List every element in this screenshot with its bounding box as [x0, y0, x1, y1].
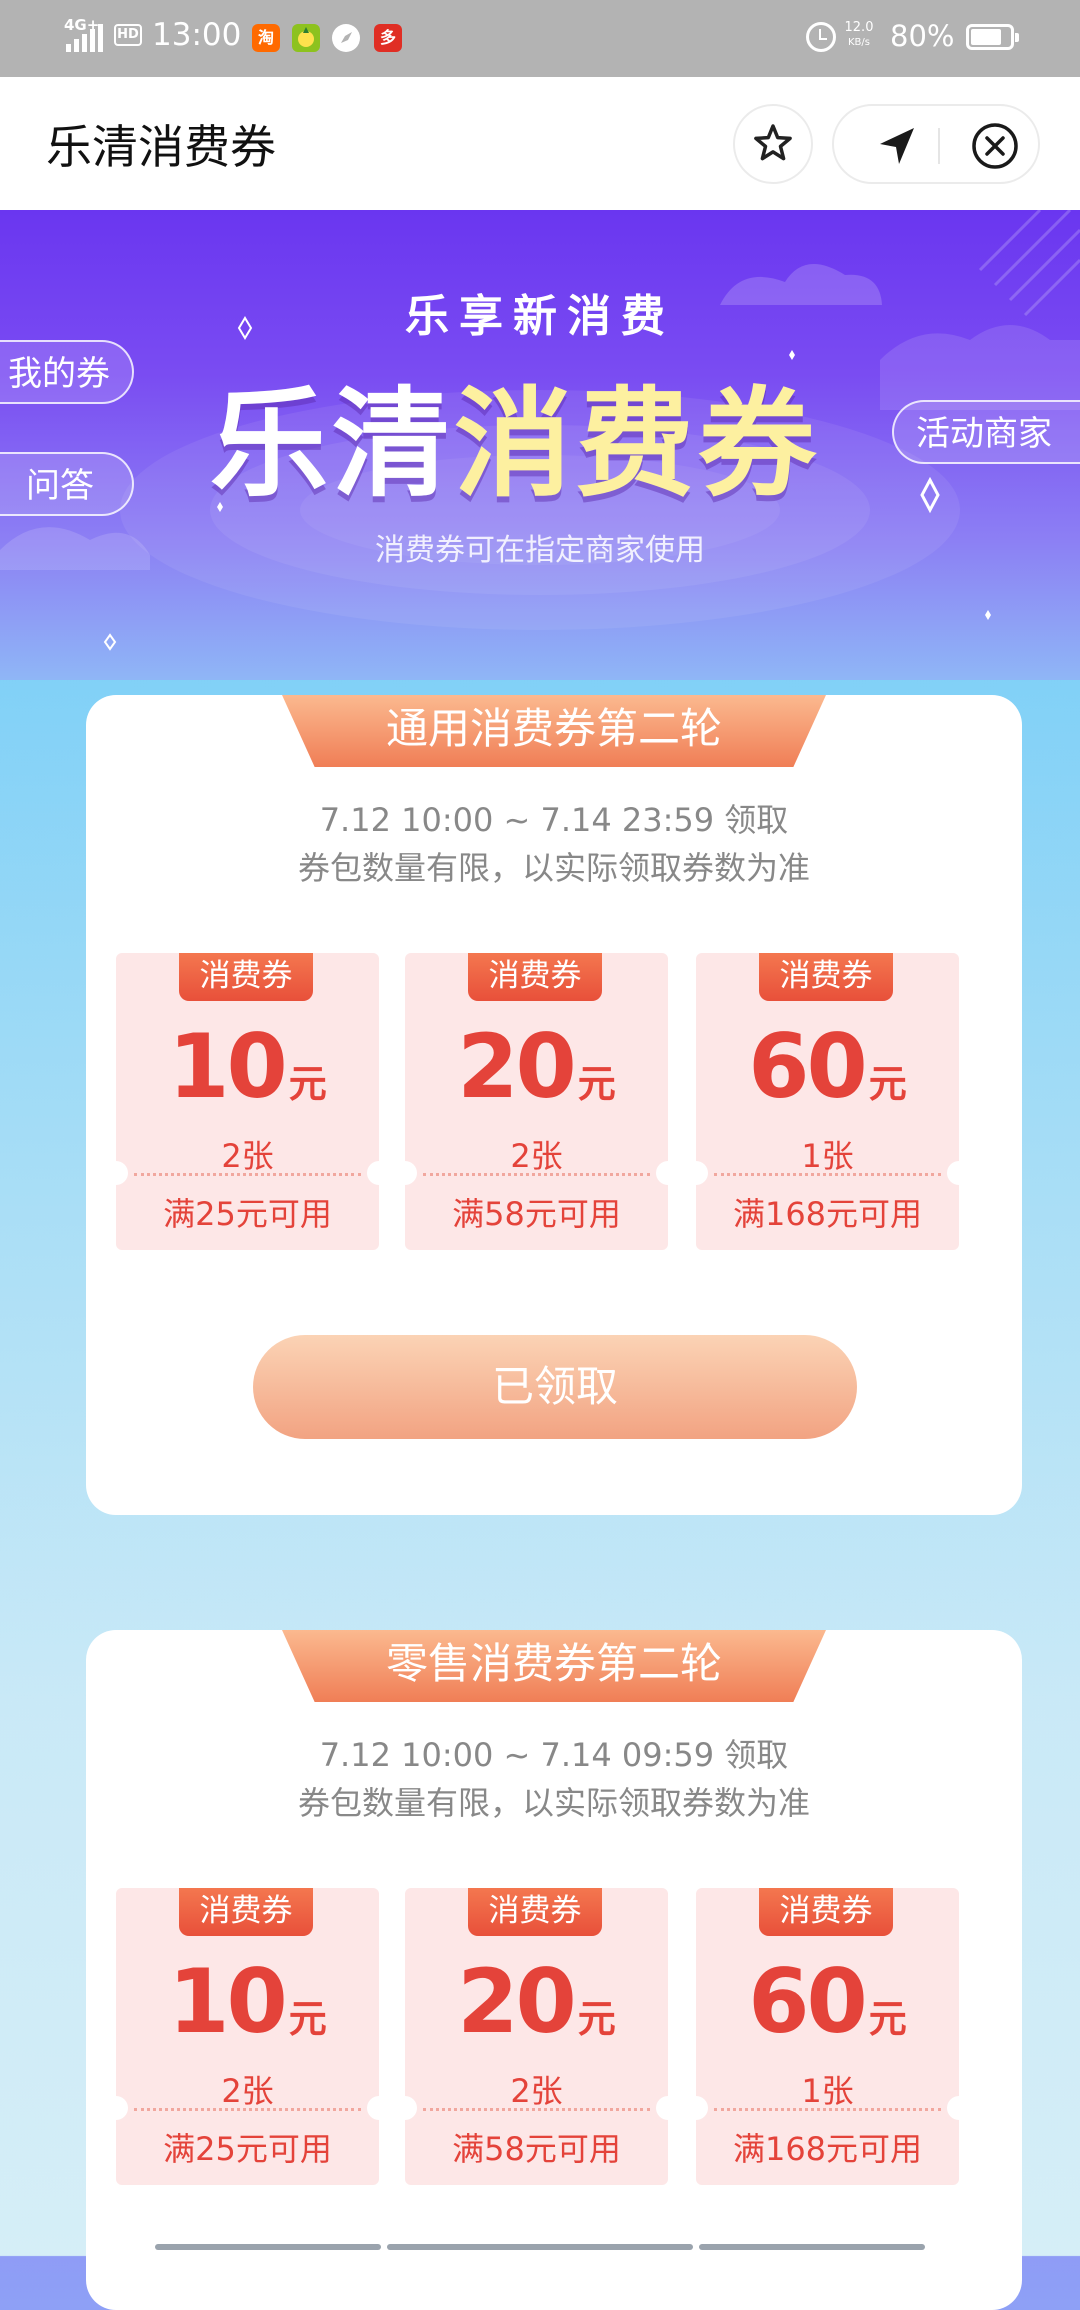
hd-badge: HD — [114, 24, 142, 46]
status-time: 13:00 — [152, 17, 242, 53]
coupon-card: 消费券 60 元 1张 满168元可用 — [696, 953, 959, 1250]
coupon-condition: 满168元可用 — [732, 2130, 923, 2168]
close-icon[interactable] — [970, 121, 1020, 171]
page-title: 乐清消费券 — [46, 120, 276, 174]
coupon-quantity: 1张 — [801, 2072, 854, 2110]
hero-subtitle: 乐享新消费 — [405, 291, 675, 342]
merchants-button[interactable]: 活动商家 — [892, 400, 1080, 464]
coupon-amount: 10 元 — [116, 1015, 379, 1118]
my-coupons-button[interactable]: 我的券 — [0, 340, 134, 404]
hero-banner: 乐享新消费 乐清消费券 消费券可在指定商家使用 我的券 问答 活动商家 — [0, 210, 1080, 680]
coupon-tag: 消费券 — [468, 1888, 602, 1936]
coupon-tag: 消费券 — [759, 1888, 893, 1936]
claim-period: 7.12 10:00 ~ 7.14 09:59 领取 — [319, 1736, 789, 1774]
mini-program-nav-bar: 乐清消费券 — [0, 77, 1080, 210]
taobao-icon: 淘 — [252, 24, 280, 52]
coupon-amount-value: 20 — [457, 1015, 576, 1118]
battery-percent: 80% — [890, 19, 955, 53]
signal-icon: 4G+ — [62, 16, 108, 54]
compass-app-icon — [332, 24, 360, 52]
coupon-amount-value: 20 — [457, 1950, 576, 2053]
section-title: 通用消费券第二轮 — [385, 704, 722, 753]
section-header: 通用消费券第二轮 — [282, 695, 826, 767]
network-speed: 12.0 KB/s — [842, 20, 876, 50]
coupon-amount-value: 10 — [168, 1950, 287, 2053]
qa-button[interactable]: 问答 — [0, 452, 134, 516]
coupon-quantity: 1张 — [801, 1137, 854, 1175]
coupon-amount-value: 60 — [748, 1015, 867, 1118]
network-speed-value: 12.0 — [844, 20, 874, 35]
coupon-amount-unit: 元 — [577, 1062, 616, 1106]
coupon-card: 消费券 10 元 2张 满25元可用 — [116, 953, 379, 1250]
claim-period: 7.12 10:00 ~ 7.14 23:59 领取 — [319, 801, 789, 839]
coupon-amount: 20 元 — [405, 1950, 668, 2053]
section-title: 零售消费券第二轮 — [385, 1639, 722, 1688]
section-header: 零售消费券第二轮 — [282, 1630, 826, 1702]
coupon-condition: 满168元可用 — [732, 1195, 923, 1233]
coupon-tag: 消费券 — [179, 1888, 313, 1936]
coupon-card: 消费券 20 元 2张 满58元可用 — [405, 953, 668, 1250]
hero-title-part-1: 乐清 — [210, 375, 455, 513]
coupon-section-general: 通用消费券第二轮 7.12 10:00 ~ 7.14 23:59 领取 券包数量… — [86, 695, 1022, 1515]
claimed-button[interactable]: 已领取 — [253, 1335, 857, 1439]
coupon-amount-unit: 元 — [868, 1997, 907, 2041]
coupon-amount-unit: 元 — [288, 1997, 327, 2041]
coupon-card: 消费券 20 元 2张 满58元可用 — [405, 1888, 668, 2185]
fruit-app-icon — [292, 24, 320, 52]
coupon-amount: 60 元 — [696, 1950, 959, 2053]
coupon-amount: 60 元 — [696, 1015, 959, 1118]
hero-description: 消费券可在指定商家使用 — [375, 533, 705, 568]
hero-title: 乐清消费券 — [210, 348, 820, 519]
coupon-tag: 消费券 — [468, 953, 602, 1001]
capsule-divider — [938, 128, 940, 164]
status-bar: 4G+ HD 13:00 淘 多 12.0 KB/s 80% — [0, 0, 1080, 77]
location-arrow-icon[interactable] — [874, 124, 918, 168]
coupon-card: 消费券 60 元 1张 满168元可用 — [696, 1888, 959, 2185]
coupon-quantity: 2张 — [510, 2072, 563, 2110]
scroll-indicator — [155, 2244, 925, 2250]
coupon-amount-value: 60 — [748, 1950, 867, 2053]
coupon-card: 消费券 10 元 2张 满25元可用 — [116, 1888, 379, 2185]
coupon-tag: 消费券 — [759, 953, 893, 1001]
coupon-quantity: 2张 — [221, 1137, 274, 1175]
favorite-button[interactable] — [733, 104, 813, 184]
coupon-condition: 满25元可用 — [163, 1195, 332, 1233]
hero-title-part-2: 消费券 — [454, 375, 821, 513]
coupon-tag: 消费券 — [179, 953, 313, 1001]
coupon-amount-unit: 元 — [288, 1062, 327, 1106]
quantity-note: 券包数量有限，以实际领取券数为准 — [297, 1784, 810, 1822]
network-speed-unit: KB/s — [848, 37, 870, 48]
coupon-amount-value: 10 — [168, 1015, 287, 1118]
coupon-quantity: 2张 — [221, 2072, 274, 2110]
pinduoduo-icon: 多 — [374, 24, 402, 52]
capsule-menu — [832, 104, 1040, 184]
coupon-amount-unit: 元 — [577, 1997, 616, 2041]
coupon-amount: 10 元 — [116, 1950, 379, 2053]
coupon-section-retail: 零售消费券第二轮 7.12 10:00 ~ 7.14 09:59 领取 券包数量… — [86, 1630, 1022, 2310]
coupon-condition: 满58元可用 — [452, 1195, 621, 1233]
coupon-condition: 满25元可用 — [163, 2130, 332, 2168]
coupon-quantity: 2张 — [510, 1137, 563, 1175]
battery-icon — [966, 24, 1019, 50]
star-icon — [754, 124, 792, 161]
coupon-amount-unit: 元 — [868, 1062, 907, 1106]
coupon-condition: 满58元可用 — [452, 2130, 621, 2168]
quantity-note: 券包数量有限，以实际领取券数为准 — [297, 849, 810, 887]
alarm-icon — [806, 22, 836, 52]
coupon-amount: 20 元 — [405, 1015, 668, 1118]
